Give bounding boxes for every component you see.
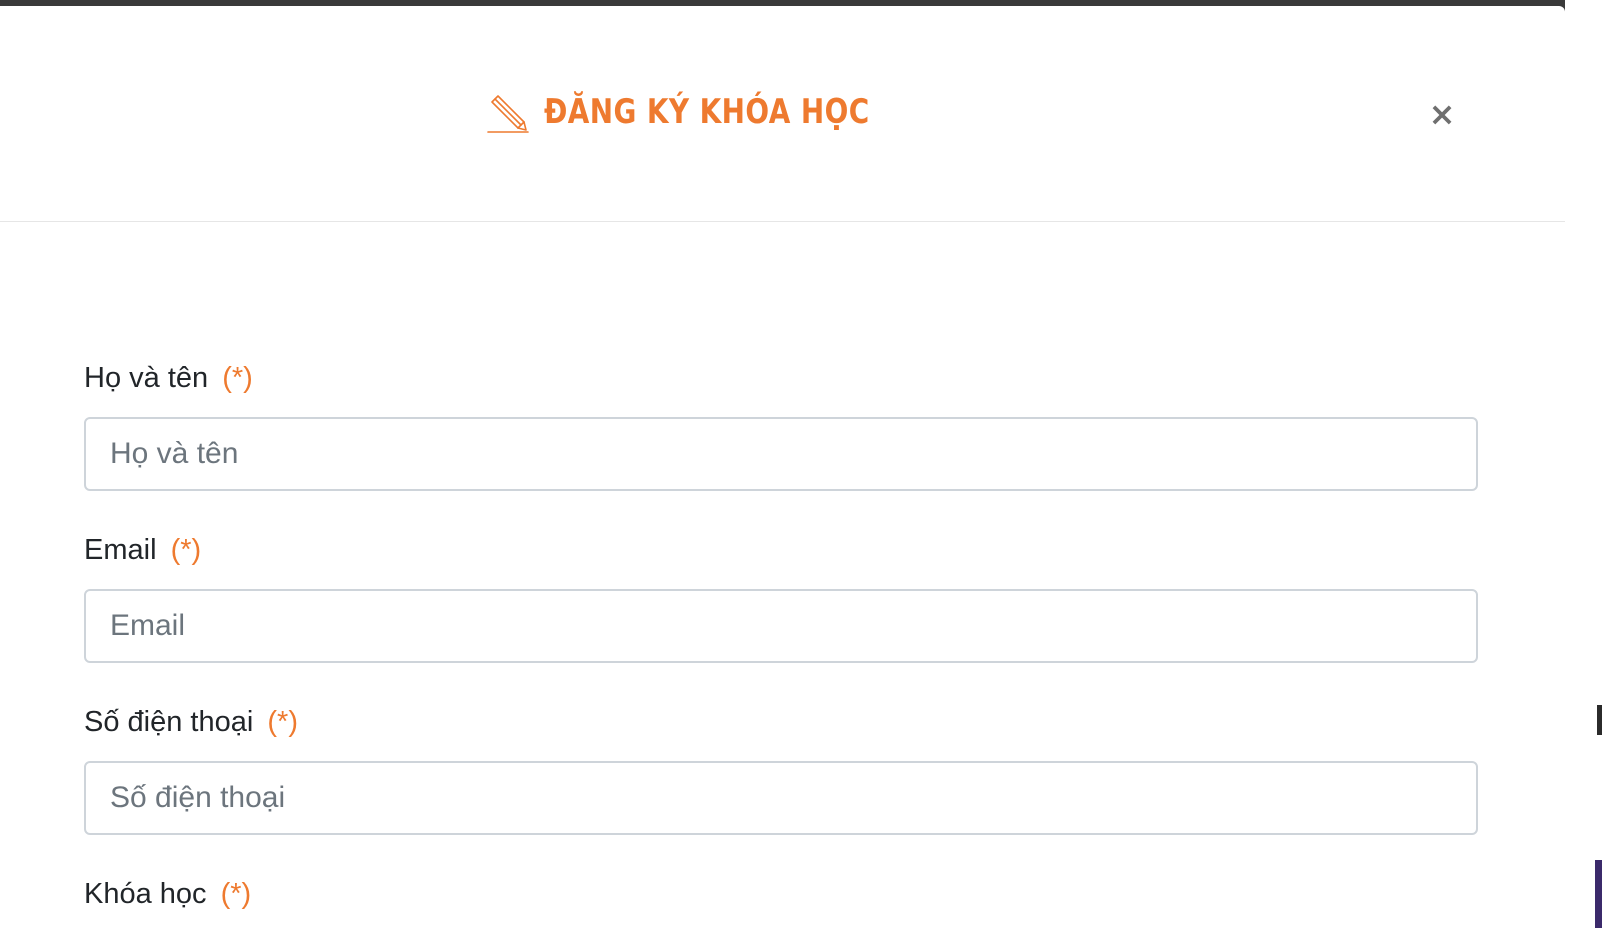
phone-input[interactable] <box>86 763 1476 833</box>
email-input[interactable] <box>86 591 1476 661</box>
phone-label: Số điện thoại (*) <box>84 700 1478 744</box>
registration-modal: ĐĂNG KÝ KHÓA HỌC × Họ và tên (*) Email (… <box>0 6 1565 928</box>
background-accent-bar <box>1595 860 1602 928</box>
email-label-text: Email <box>84 534 157 566</box>
full-name-input[interactable] <box>86 419 1476 489</box>
phone-label-text: Số điện thoại <box>84 706 254 738</box>
full-name-label-text: Họ và tên <box>84 362 209 394</box>
pencil-icon <box>487 95 529 133</box>
email-field <box>84 589 1478 663</box>
close-icon: × <box>1428 95 1456 133</box>
modal-title-group: ĐĂNG KÝ KHÓA HỌC <box>0 90 1427 134</box>
background-mark <box>1597 705 1602 735</box>
background-page-edge <box>1565 0 1602 928</box>
modal-header: ĐĂNG KÝ KHÓA HỌC × <box>0 6 1565 222</box>
modal-title: ĐĂNG KÝ KHÓA HỌC <box>543 92 870 132</box>
phone-field <box>84 761 1478 835</box>
registration-form: Họ và tên (*) Email (*) Số điện thoại (*… <box>84 356 1478 916</box>
required-marker: (*) <box>222 362 253 394</box>
required-marker: (*) <box>267 706 298 738</box>
required-marker: (*) <box>170 534 202 566</box>
full-name-label: Họ và tên (*) <box>84 356 1478 400</box>
close-button[interactable]: × <box>1424 94 1460 134</box>
required-marker: (*) <box>220 878 252 910</box>
email-label: Email (*) <box>84 528 1478 572</box>
course-label-text: Khóa học <box>84 878 207 910</box>
full-name-field <box>84 417 1478 491</box>
course-label: Khóa học (*) <box>84 872 1478 916</box>
